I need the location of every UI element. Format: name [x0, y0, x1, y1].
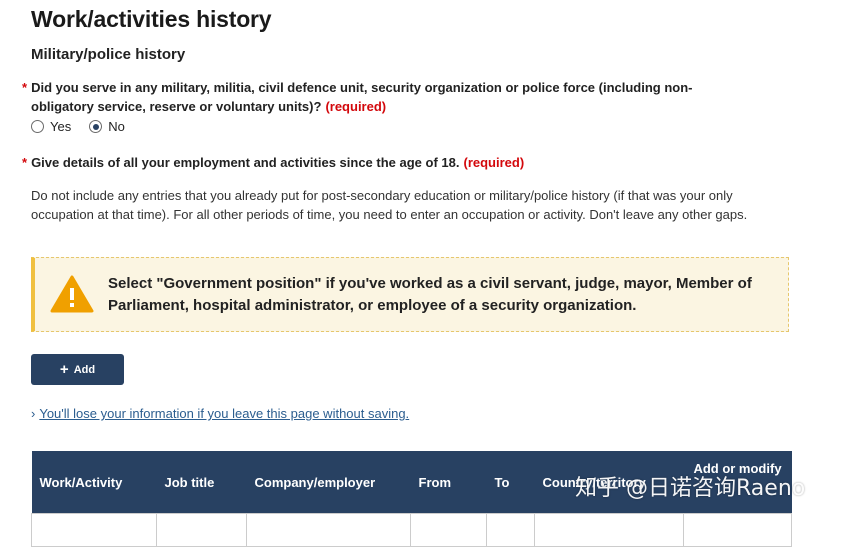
col-from: From: [410, 451, 487, 514]
page-title: Work/activities history: [31, 6, 272, 32]
table-cell: [246, 513, 411, 547]
question-text-line1: Did you serve in any military, militia, …: [31, 80, 693, 95]
radio-yes-circle[interactable]: [31, 120, 44, 133]
add-button[interactable]: + Add: [31, 354, 124, 385]
lose-information-text: You'll lose your information if you leav…: [39, 406, 410, 421]
table-row: [31, 513, 792, 547]
chevron-right-icon: ›: [31, 406, 36, 421]
col-country-territory: Country/territory: [534, 451, 684, 514]
radio-no-label: No: [108, 119, 125, 134]
radio-yes[interactable]: Yes: [31, 119, 71, 134]
employment-table: Work/Activity Job title Company/employer…: [31, 451, 792, 547]
col-company-employer: Company/employer: [246, 451, 411, 514]
employment-question: * Give details of all your employment and…: [22, 153, 524, 172]
military-radio-group: Yes No: [31, 119, 125, 134]
table-cell: [534, 513, 684, 547]
col-job-title: Job title: [156, 451, 247, 514]
plus-icon: +: [59, 361, 69, 378]
required-label: (required): [463, 155, 525, 170]
col-to: To: [486, 451, 535, 514]
table-header-row: Work/Activity Job title Company/employer…: [31, 451, 792, 514]
lose-information-link[interactable]: › You'll lose your information if you lea…: [31, 406, 409, 421]
warning-alert: Select "Government position" if you've w…: [31, 257, 789, 332]
table-cell: [410, 513, 487, 547]
required-star: *: [22, 80, 28, 95]
question-text-line2: obligatory service, reserve or voluntary…: [31, 99, 322, 114]
table-cell: [683, 513, 792, 547]
military-question: * Did you serve in any military, militia,…: [22, 78, 782, 116]
col-work-activity: Work/Activity: [31, 451, 157, 514]
table-cell: [486, 513, 535, 547]
table-cell: [156, 513, 247, 547]
required-star: *: [22, 155, 28, 170]
col-add-modify: Add or modify: [683, 451, 792, 514]
add-button-label: Add: [73, 363, 96, 376]
warning-text: Select "Government position" if you've w…: [108, 275, 752, 314]
help-text: Do not include any entries that you alre…: [31, 188, 748, 222]
radio-selected-dot: [92, 123, 99, 130]
section-title: Military/police history: [31, 46, 186, 63]
employment-question-text: Give details of all your employment and …: [31, 155, 460, 170]
radio-no[interactable]: No: [89, 119, 125, 134]
radio-yes-label: Yes: [50, 119, 72, 134]
table-cell: [31, 513, 157, 547]
radio-no-circle[interactable]: [89, 120, 103, 133]
warning-triangle-icon: [50, 275, 94, 313]
required-label: (required): [325, 99, 387, 114]
